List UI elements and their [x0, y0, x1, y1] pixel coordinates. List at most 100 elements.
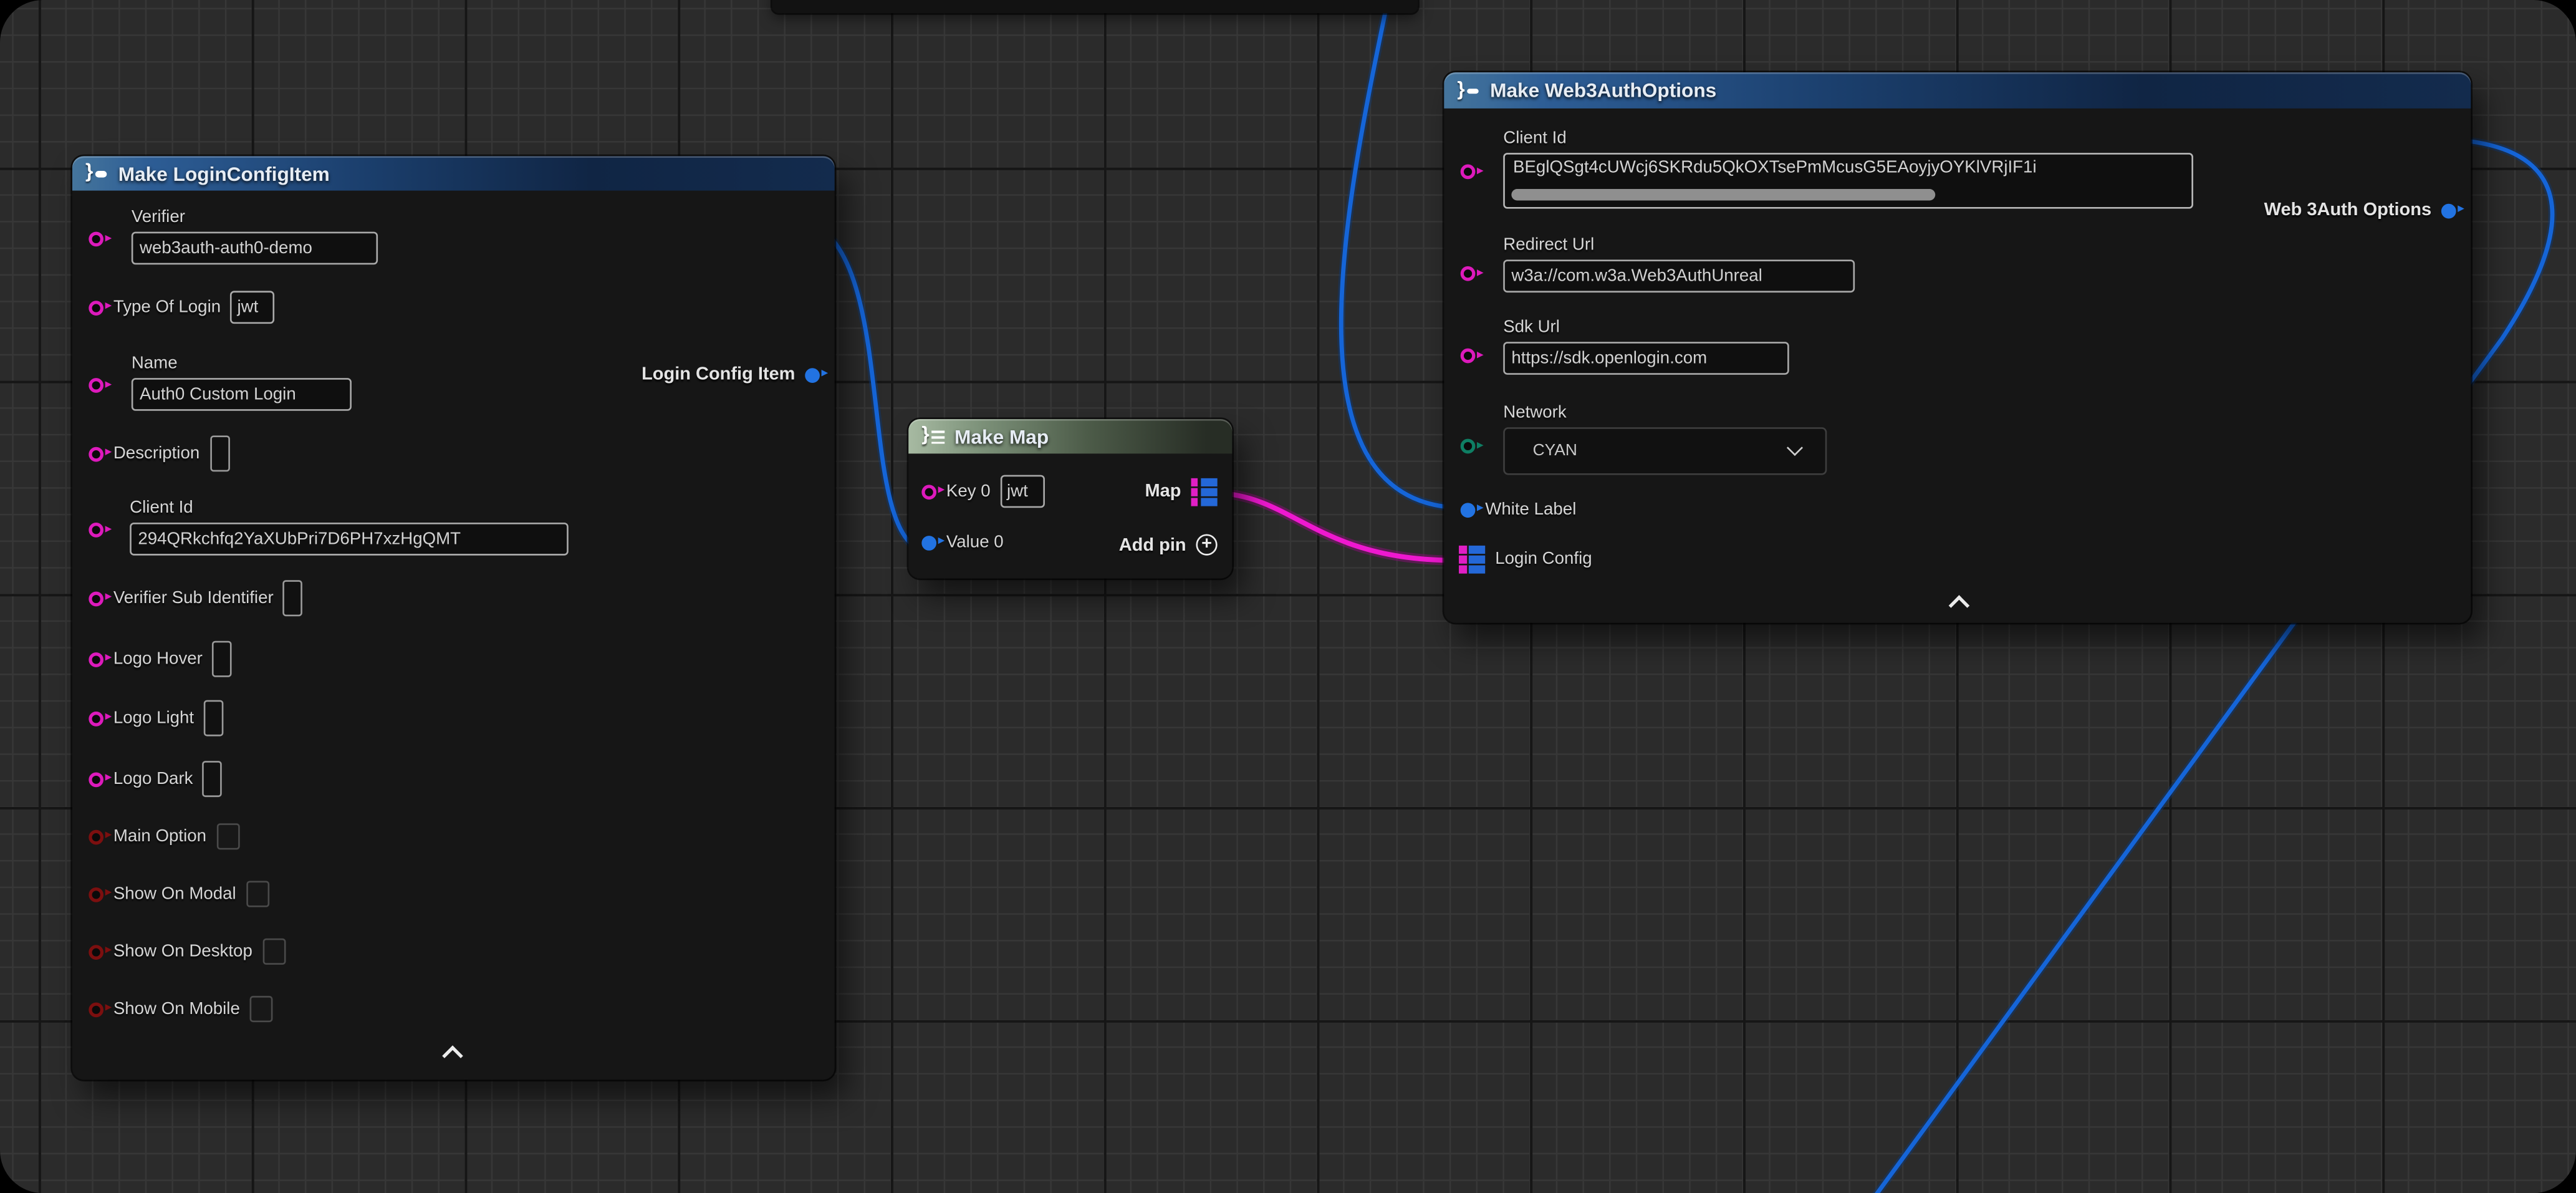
input-pin-show-on-desktop[interactable] [89, 944, 103, 959]
input-pin-value-0[interactable] [921, 535, 936, 550]
pin-label-client-id: Client Id [1503, 128, 2193, 148]
field-row-sdk-url: Sdk Url https://sdk.openlogin.com [1503, 317, 1789, 375]
collapse-chevron-icon[interactable] [442, 1045, 463, 1066]
pin-label-redirect-url: Redirect Url [1503, 235, 1855, 255]
input-pin-logo-light[interactable] [89, 711, 103, 726]
pin-label-main-option: Main Option [113, 827, 206, 847]
input-pin-show-on-mobile[interactable] [89, 1002, 103, 1017]
input-pin-key-0[interactable] [921, 484, 936, 499]
input-pin-sdk-url[interactable] [1461, 349, 1476, 364]
field-row-client-id: Client Id BEglQSgt4cUWcj6SKRdu5QkOXTsePm… [1503, 128, 2193, 209]
output-pin-web3auth-options[interactable] [2441, 203, 2456, 218]
input-pin-description[interactable] [89, 446, 103, 461]
key-0-input[interactable]: jwt [1000, 475, 1044, 508]
output-row-map: Map [1145, 478, 1217, 506]
pin-label-description: Description [113, 444, 199, 464]
logo-dark-input[interactable] [203, 761, 223, 797]
pin-label-white-label: White Label [1485, 500, 1576, 519]
sdk-url-input[interactable]: https://sdk.openlogin.com [1503, 342, 1789, 375]
pin-label-type-of-login: Type Of Login [113, 297, 221, 317]
wire-map-to-login-config[interactable] [1218, 493, 1456, 561]
node-title: Make Web3AuthOptions [1490, 79, 1716, 102]
field-row-key-0: Key 0 jwt [921, 475, 1044, 508]
collapse-chevron-icon[interactable] [1949, 595, 1970, 616]
output-pin-map[interactable] [1191, 478, 1217, 506]
output-row-web3auth-options: Web 3Auth Options [2264, 200, 2456, 220]
output-pin-label-map: Map [1145, 482, 1181, 502]
input-pin-name[interactable] [89, 378, 103, 393]
output-pin-label: Web 3Auth Options [2264, 200, 2431, 220]
input-pin-redirect-url[interactable] [1461, 266, 1476, 281]
input-pin-verifier[interactable] [89, 232, 103, 247]
network-dropdown[interactable]: CYAN [1503, 427, 1827, 475]
field-row-login-config: Login Config [1459, 546, 1592, 574]
field-row-main-option: Main Option [89, 823, 239, 849]
add-pin-label: Add pin [1119, 535, 1186, 555]
input-pin-client-id[interactable] [1461, 165, 1476, 180]
pin-label-show-on-mobile: Show On Mobile [113, 999, 240, 1019]
input-pin-main-option[interactable] [89, 829, 103, 844]
field-row-network: Network CYAN [1503, 403, 1827, 475]
field-row-logo-hover: Logo Hover [89, 641, 232, 677]
node-make-loginconfigitem[interactable]: Make LoginConfigItem Login Config Item V… [72, 156, 835, 1079]
pin-label-login-config: Login Config [1495, 549, 1592, 569]
pin-label-sdk-url: Sdk Url [1503, 317, 1789, 337]
network-selected-value: CYAN [1533, 442, 1577, 460]
make-map-icon [921, 426, 944, 447]
verifier-sub-identifier-input[interactable] [283, 580, 303, 616]
make-struct-icon [1457, 80, 1480, 101]
input-pin-logo-hover[interactable] [89, 652, 103, 667]
type-of-login-input[interactable]: jwt [231, 291, 275, 324]
field-row-name: Name Auth0 Custom Login [132, 354, 352, 411]
input-pin-network[interactable] [1461, 439, 1476, 454]
input-pin-client-id[interactable] [89, 523, 103, 538]
logo-light-input[interactable] [204, 700, 224, 737]
chevron-down-icon [1787, 439, 1803, 455]
description-input[interactable] [209, 435, 229, 471]
blueprint-editor: Make LoginConfigItem Login Config Item V… [0, 0, 2576, 1193]
node-make-web3authoptions[interactable]: Make Web3AuthOptions Web 3Auth Options C… [1444, 72, 2471, 623]
field-row-show-on-desktop: Show On Desktop [89, 939, 285, 965]
field-row-white-label: White Label [1461, 500, 1577, 519]
output-pin-login-config-item[interactable] [805, 367, 820, 382]
field-row-description: Description [89, 435, 229, 471]
add-pin-button[interactable]: Add pin [1119, 534, 1218, 555]
field-row-verifier-sub-identifier: Verifier Sub Identifier [89, 580, 303, 616]
field-row-value-0: Value 0 [921, 533, 1003, 553]
verifier-input[interactable]: web3auth-auth0-demo [132, 232, 378, 265]
field-row-type-of-login: Type Of Login jwt [89, 291, 275, 324]
input-pin-verifier-sub-identifier[interactable] [89, 591, 103, 606]
logo-hover-input[interactable] [213, 641, 233, 677]
field-row-redirect-url: Redirect Url w3a://com.w3a.Web3AuthUnrea… [1503, 235, 1855, 292]
output-pin-label: Login Config Item [642, 365, 795, 385]
pin-label-value-0: Value 0 [946, 533, 1004, 553]
show-on-modal-checkbox[interactable] [246, 881, 269, 907]
node-header-make-web3authoptions[interactable]: Make Web3AuthOptions [1444, 72, 2471, 109]
show-on-desktop-checkbox[interactable] [262, 939, 286, 965]
node-make-map[interactable]: Make Map Key 0 jwt Map Value 0 Add pin [908, 419, 1232, 579]
offscreen-node-bottom-edge[interactable] [772, 0, 1418, 13]
pin-label-logo-light: Logo Light [113, 708, 194, 728]
field-row-show-on-modal: Show On Modal [89, 881, 269, 907]
name-input[interactable]: Auth0 Custom Login [132, 378, 352, 411]
client-id-scrollbar[interactable] [1511, 189, 1935, 200]
input-pin-login-config[interactable] [1459, 546, 1485, 574]
node-header-make-loginconfigitem[interactable]: Make LoginConfigItem [72, 156, 835, 190]
pin-label-name: Name [132, 354, 352, 374]
field-row-logo-dark: Logo Dark [89, 761, 223, 797]
input-pin-white-label[interactable] [1461, 502, 1476, 517]
pin-label-logo-hover: Logo Hover [113, 649, 203, 669]
pin-label-show-on-modal: Show On Modal [113, 884, 236, 904]
pin-label-show-on-desktop: Show On Desktop [113, 942, 252, 962]
pin-label-client-id: Client Id [130, 498, 569, 518]
input-pin-logo-dark[interactable] [89, 771, 103, 786]
client-id-input[interactable]: BEglQSgt4cUWcj6SKRdu5QkOXTsePmMcusG5EAoy… [1503, 153, 2193, 209]
redirect-url-input[interactable]: w3a://com.w3a.Web3AuthUnreal [1503, 259, 1855, 292]
blueprint-graph-canvas[interactable]: Make LoginConfigItem Login Config Item V… [0, 0, 2576, 1193]
node-header-make-map[interactable]: Make Map [908, 419, 1232, 453]
main-option-checkbox[interactable] [216, 823, 239, 849]
input-pin-type-of-login[interactable] [89, 300, 103, 315]
client-id-input[interactable]: 294QRkchfq2YaXUbPri7D6PH7xzHgQMT [130, 523, 569, 556]
input-pin-show-on-modal[interactable] [89, 887, 103, 902]
show-on-mobile-checkbox[interactable] [250, 996, 273, 1022]
